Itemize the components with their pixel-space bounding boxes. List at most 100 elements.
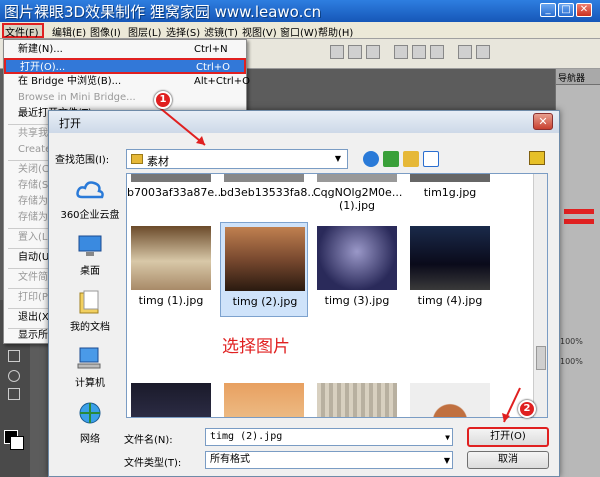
file-item[interactable] (220, 379, 308, 417)
file-item[interactable]: CqgNOlg2M0e... (1).jpg (313, 174, 403, 212)
file-list[interactable]: b7003af33a87e... bd3eb13533fa8... CqgNOl… (126, 173, 548, 418)
distribute-bottom-icon[interactable] (430, 45, 444, 59)
app-title: 图片裸眼3D效果制作 狸窝家园 www.leawo.cn (4, 3, 322, 21)
file-name: timg (2).jpg (232, 295, 298, 308)
place-label: 桌面 (80, 266, 100, 277)
file-name: timg (4).jpg (417, 294, 483, 307)
desktop-icon (78, 235, 102, 256)
file-item[interactable]: timg (3).jpg (313, 222, 401, 317)
menu-item-browse-bridge[interactable]: 在 Bridge 中浏览(B)... Alt+Ctrl+O (4, 74, 250, 90)
lasso-tool-icon[interactable] (8, 370, 20, 382)
file-thumbnail (131, 174, 211, 182)
menu-item-open[interactable]: 打开(O)... Ctrl+O (4, 58, 246, 74)
file-item[interactable] (313, 379, 401, 417)
new-folder-icon[interactable] (403, 151, 419, 167)
menu-select[interactable]: 选择(S) (166, 24, 200, 39)
menu-item-label: 新建(N)... (18, 44, 63, 55)
place-label: 360企业云盘 (60, 210, 120, 221)
menu-edit[interactable]: 编辑(E) (52, 24, 86, 39)
file-thumbnail (410, 383, 490, 417)
minimize-button[interactable]: _ (540, 3, 556, 17)
filename-input[interactable]: timg (2).jpg ▼ (205, 428, 453, 446)
chevron-down-icon: ▼ (445, 433, 450, 442)
file-thumbnail (224, 383, 304, 417)
place-label: 我的文档 (70, 322, 110, 333)
distribute-right-icon[interactable] (476, 45, 490, 59)
mini-bridge-icon[interactable] (529, 151, 545, 165)
place-computer[interactable]: 计算机 (55, 341, 125, 397)
dialog-close-button[interactable]: ✕ (533, 113, 553, 130)
menu-image[interactable]: 图像(I) (90, 24, 121, 39)
filename-value: timg (2).jpg (210, 431, 283, 442)
place-label: 网络 (80, 434, 100, 445)
file-thumbnail (224, 174, 304, 182)
maximize-button[interactable]: □ (558, 3, 574, 17)
place-360-cloud[interactable]: 360企业云盘 (55, 173, 125, 229)
align-left-icon[interactable] (330, 45, 344, 59)
distribute-left-icon[interactable] (458, 45, 472, 59)
menu-layer[interactable]: 图层(L) (128, 24, 161, 39)
file-item[interactable] (406, 379, 494, 417)
documents-folder-icon (79, 290, 99, 314)
file-thumbnail (131, 383, 211, 417)
file-item[interactable]: timg (1).jpg (127, 222, 215, 317)
menu-view[interactable]: 视图(V) (242, 24, 277, 39)
marquee-tool-icon[interactable] (8, 350, 20, 362)
file-thumbnail (410, 174, 490, 182)
file-name: CqgNOlg2M0e... (1).jpg (313, 186, 403, 212)
menu-help[interactable]: 帮助(H) (318, 24, 353, 39)
file-item[interactable]: timg (4).jpg (406, 222, 494, 317)
color-swatch (564, 209, 594, 214)
distribute-middle-icon[interactable] (412, 45, 426, 59)
align-center-icon[interactable] (348, 45, 362, 59)
file-name: tim1g.jpg (423, 186, 477, 199)
tab-navigator[interactable]: 导航器 (558, 71, 585, 84)
computer-icon (77, 347, 101, 369)
chevron-down-icon: ▼ (334, 154, 342, 163)
view-menu-icon[interactable] (423, 151, 439, 167)
place-desktop[interactable]: 桌面 (55, 229, 125, 285)
menu-filter[interactable]: 滤镜(T) (204, 24, 238, 39)
menu-bar: 文件(F) 编辑(E) 图像(I) 图层(L) 选择(S) 滤镜(T) 视图(V… (0, 22, 600, 39)
scrollbar-thumb[interactable] (536, 346, 546, 370)
background-color[interactable] (10, 436, 24, 450)
distribute-top-icon[interactable] (394, 45, 408, 59)
menu-item-label: Create (18, 144, 52, 155)
network-icon (79, 402, 101, 424)
file-name: timg (3).jpg (324, 294, 390, 307)
file-item-selected[interactable]: timg (2).jpg (220, 222, 308, 317)
panel-tabs: 导航器 (556, 69, 600, 85)
cancel-button[interactable]: 取消 (467, 451, 549, 469)
place-my-documents[interactable]: 我的文档 (55, 285, 125, 341)
menu-item-shortcut: Ctrl+N (194, 44, 228, 55)
menu-item-label: 在 Bridge 中浏览(B)... (18, 76, 122, 87)
up-folder-icon[interactable] (383, 151, 399, 167)
menu-window[interactable]: 窗口(W) (280, 24, 318, 39)
filename-label: 文件名(N): (124, 435, 173, 446)
file-item[interactable]: b7003af33a87e... (127, 174, 225, 209)
menu-file[interactable]: 文件(F) (5, 24, 39, 39)
zoom-tool-icon[interactable] (8, 388, 20, 400)
dialog-titlebar: 打开 ✕ (49, 111, 559, 133)
file-thumbnail (317, 226, 397, 290)
file-item[interactable]: bd3eb13533fa8... (220, 174, 318, 209)
look-in-value: 素材 (147, 155, 169, 168)
zoom-label: 100% (560, 357, 583, 366)
file-item[interactable] (127, 379, 215, 417)
open-button[interactable]: 打开(O) (467, 427, 549, 447)
menu-item-new[interactable]: 新建(N)... Ctrl+N (4, 42, 246, 58)
look-in-select[interactable]: 素材 ▼ (126, 149, 348, 169)
close-button[interactable]: ✕ (576, 3, 592, 17)
align-right-icon[interactable] (366, 45, 380, 59)
file-thumbnail (317, 383, 397, 417)
color-swatch (564, 219, 594, 224)
places-bar: 360企业云盘 桌面 我的文档 计算机 网络 (55, 173, 125, 473)
place-network[interactable]: 网络 (55, 397, 125, 453)
menu-item-browse-mini-bridge[interactable]: Browse in Mini Bridge... (4, 90, 246, 106)
file-name: timg (1).jpg (138, 294, 204, 307)
filetype-select[interactable]: 所有格式 ▼ (205, 451, 453, 469)
vertical-scrollbar[interactable] (533, 174, 547, 417)
back-icon[interactable] (363, 151, 379, 167)
file-item[interactable]: tim1g.jpg (406, 174, 494, 209)
menu-item-label: Browse in Mini Bridge... (18, 92, 136, 103)
